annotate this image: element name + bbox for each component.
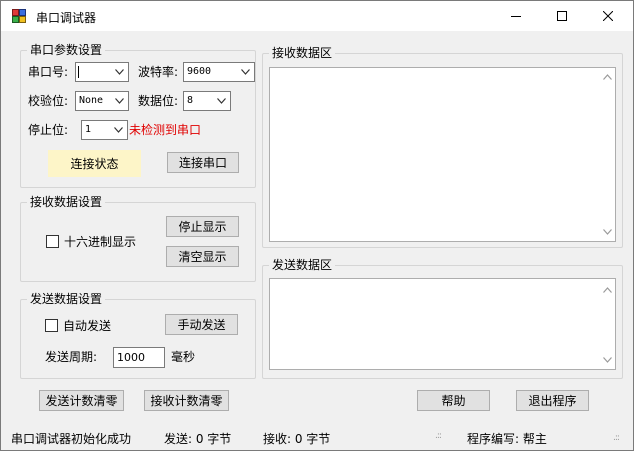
clear-send-count-button[interactable]: 发送计数清零 <box>39 390 124 411</box>
receive-data-textarea[interactable] <box>269 67 616 242</box>
databits-select-value: 8 <box>187 95 194 106</box>
stopbits-select[interactable]: 1 <box>81 120 128 140</box>
send-data-textarea[interactable] <box>269 278 616 370</box>
maximize-button[interactable] <box>539 1 585 31</box>
title-bar[interactable]: 串口调试器 <box>1 1 633 31</box>
send-period-input[interactable]: 1000 <box>113 347 165 368</box>
chevron-down-icon <box>241 69 250 75</box>
send-period-label: 发送周期: <box>45 350 98 364</box>
minimize-button[interactable] <box>493 1 539 31</box>
port-label: 串口号: <box>28 65 69 79</box>
chevron-down-icon <box>115 69 124 75</box>
send-period-value: 1000 <box>117 351 145 364</box>
status-bar: 串口调试器初始化成功 发送: 0 字节 接收: 0 字节 .:: 程序编写: 帮… <box>1 425 633 450</box>
close-icon <box>603 11 613 21</box>
baud-select-value: 9600 <box>187 66 212 77</box>
status-message: 串口调试器初始化成功 <box>11 432 132 446</box>
stop-display-button[interactable]: 停止显示 <box>166 216 239 237</box>
receive-settings-title: 接收数据设置 <box>27 195 106 209</box>
sent-count: 发送: 0 字节 <box>164 432 232 446</box>
scroll-down-icon[interactable] <box>603 229 612 235</box>
text-cursor <box>78 66 79 78</box>
receive-area-title: 接收数据区 <box>269 46 336 60</box>
serial-port-app-icon <box>12 9 26 23</box>
main-window: 串口调试器 串口参数设置 串口号: 波特率: 9600 校验位: None 数据… <box>0 0 634 451</box>
scroll-up-icon[interactable] <box>603 74 612 80</box>
port-select[interactable] <box>75 62 129 82</box>
connection-status-label: 连接状态 <box>70 157 119 171</box>
baud-select[interactable]: 9600 <box>183 62 255 82</box>
auto-send-label: 自动发送 <box>63 319 112 333</box>
scroll-down-icon[interactable] <box>603 357 612 363</box>
parity-label: 校验位: <box>28 94 69 108</box>
close-button[interactable] <box>585 1 631 31</box>
stopbits-select-value: 1 <box>85 124 92 135</box>
minimize-icon <box>511 16 521 17</box>
stopbits-label: 停止位: <box>28 123 69 137</box>
connect-port-button[interactable]: 连接串口 <box>167 152 239 173</box>
chevron-down-icon <box>114 127 123 133</box>
hex-display-label: 十六进制显示 <box>64 235 137 249</box>
manual-send-button[interactable]: 手动发送 <box>165 314 238 335</box>
clear-display-button[interactable]: 清空显示 <box>166 246 239 267</box>
author-label: 程序编写: 帮主 <box>467 432 547 446</box>
databits-label: 数据位: <box>138 94 179 108</box>
port-status-text: 未检测到串口 <box>129 123 202 137</box>
connection-status-indicator: 连接状态 <box>48 150 141 177</box>
chevron-down-icon <box>217 98 226 104</box>
clear-receive-count-button[interactable]: 接收计数清零 <box>144 390 229 411</box>
parity-select-value: None <box>79 95 104 106</box>
auto-send-checkbox[interactable] <box>45 319 58 332</box>
received-count: 接收: 0 字节 <box>263 432 331 446</box>
window-title: 串口调试器 <box>36 11 97 25</box>
scroll-up-icon[interactable] <box>603 287 612 293</box>
maximize-icon <box>557 11 567 21</box>
resize-grip-icon[interactable]: .:: <box>613 433 620 443</box>
send-period-unit: 毫秒 <box>171 350 196 364</box>
port-settings-title: 串口参数设置 <box>27 43 106 57</box>
databits-select[interactable]: 8 <box>183 91 231 111</box>
send-settings-title: 发送数据设置 <box>27 292 106 306</box>
exit-button[interactable]: 退出程序 <box>516 390 589 411</box>
status-separator-grip: .:: <box>435 431 442 441</box>
parity-select[interactable]: None <box>75 91 129 111</box>
help-button[interactable]: 帮助 <box>417 390 490 411</box>
chevron-down-icon <box>115 98 124 104</box>
hex-display-checkbox[interactable] <box>46 235 59 248</box>
baud-label: 波特率: <box>138 65 179 79</box>
send-area-title: 发送数据区 <box>269 258 336 272</box>
